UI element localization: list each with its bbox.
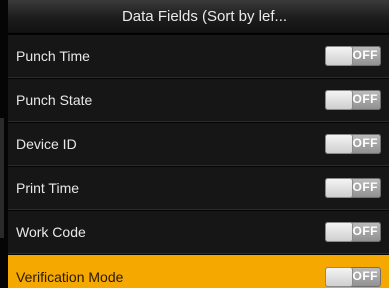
verification-mode-toggle[interactable]: OFF xyxy=(325,266,381,287)
list-item-work-code[interactable]: Work Code OFF xyxy=(8,211,389,254)
list-item-verification-mode[interactable]: Verification Mode OFF xyxy=(8,255,389,288)
scroll-indicator[interactable] xyxy=(0,118,4,238)
device-id-toggle[interactable]: OFF xyxy=(325,134,381,154)
page-title: Data Fields (Sort by lef... xyxy=(121,8,288,25)
toggle-knob xyxy=(326,47,352,65)
work-code-toggle[interactable]: OFF xyxy=(325,222,381,242)
list-item-device-id[interactable]: Device ID OFF xyxy=(8,123,389,166)
toggle-knob xyxy=(326,223,352,241)
toggle-state-label: OFF xyxy=(352,180,378,194)
device-screen: Data Fields (Sort by lef... Punch Time O… xyxy=(0,0,389,288)
list-item-punch-state[interactable]: Punch State OFF xyxy=(8,79,389,122)
item-label: Print Time xyxy=(16,180,80,196)
item-label: Punch Time xyxy=(16,48,90,64)
toggle-state-label: OFF xyxy=(352,268,378,283)
toggle-state-label: OFF xyxy=(352,92,378,106)
punch-time-toggle[interactable]: OFF xyxy=(325,46,381,66)
toggle-knob xyxy=(326,91,352,109)
list-item-print-time[interactable]: Print Time OFF xyxy=(8,167,389,210)
item-label: Device ID xyxy=(16,136,77,152)
page-header: Data Fields (Sort by lef... xyxy=(8,0,389,34)
item-label: Punch State xyxy=(16,92,93,108)
item-label: Verification Mode xyxy=(16,268,124,285)
toggle-knob xyxy=(326,135,352,153)
toggle-knob xyxy=(326,267,352,286)
print-time-toggle[interactable]: OFF xyxy=(325,178,381,198)
data-fields-list: Punch Time OFF Punch State OFF Device ID… xyxy=(8,35,389,288)
list-item-punch-time[interactable]: Punch Time OFF xyxy=(8,35,389,78)
toggle-state-label: OFF xyxy=(352,224,378,238)
toggle-state-label: OFF xyxy=(352,136,378,150)
toggle-state-label: OFF xyxy=(352,48,378,62)
item-label: Work Code xyxy=(16,224,86,240)
toggle-knob xyxy=(326,179,352,197)
punch-state-toggle[interactable]: OFF xyxy=(325,90,381,110)
